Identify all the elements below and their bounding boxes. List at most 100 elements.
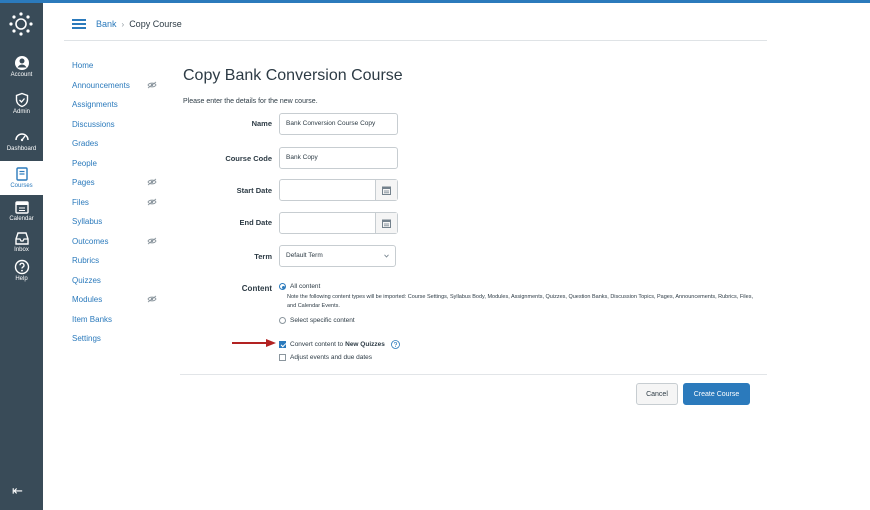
course-code-label: Course Code: [225, 154, 272, 163]
term-label: Term: [254, 252, 272, 261]
breadcrumb-course-link[interactable]: Bank: [96, 19, 117, 29]
course-nav-label: Quizzes: [72, 275, 101, 285]
global-nav-courses[interactable]: Courses: [0, 161, 43, 195]
global-nav-label: Courses: [10, 183, 33, 189]
course-nav-home[interactable]: Home: [72, 60, 162, 80]
convert-new-quizzes-checkbox[interactable]: [279, 341, 286, 348]
calendar-icon: [382, 219, 391, 228]
end-date-picker-button[interactable]: [375, 213, 397, 233]
course-nav-item-banks[interactable]: Item Banks: [72, 314, 162, 334]
course-nav-outcomes[interactable]: Outcomes: [72, 236, 162, 256]
adjust-dates-checkbox[interactable]: [279, 354, 286, 361]
adjust-dates-option[interactable]: Adjust events and due dates: [279, 354, 372, 361]
course-nav-grades[interactable]: Grades: [72, 138, 162, 158]
term-selected-value: Default Term: [286, 252, 323, 259]
create-course-button[interactable]: Create Course: [683, 383, 750, 405]
eye-icon[interactable]: [147, 237, 157, 245]
course-nav-label: Assignments: [72, 100, 118, 109]
breadcrumb-separator: ›: [121, 19, 125, 29]
top-accent-bar: [0, 0, 870, 3]
convert-label-bold: New Quizzes: [345, 341, 385, 348]
book-icon: [15, 167, 28, 181]
breadcrumb-current: Copy Course: [129, 19, 182, 29]
global-nav-admin[interactable]: Admin: [0, 92, 43, 115]
global-nav-label: Calendar: [9, 216, 34, 222]
chevron-down-icon: [384, 254, 389, 258]
select-specific-label: Select specific content: [290, 317, 355, 324]
content-note: Note the following content types will be…: [287, 294, 753, 309]
shield-icon: [15, 92, 28, 108]
start-date-input[interactable]: [279, 179, 398, 201]
course-nav-people[interactable]: People: [72, 158, 162, 178]
eye-icon[interactable]: [147, 178, 157, 186]
course-nav-label: Discussions: [72, 119, 115, 129]
course-nav-label: Announcements: [72, 80, 130, 90]
course-nav-quizzes[interactable]: Quizzes: [72, 275, 162, 295]
convert-new-quizzes-option[interactable]: Convert content to New Quizzes: [279, 340, 400, 349]
course-nav-label: Grades: [72, 139, 99, 148]
course-nav-discussions[interactable]: Discussions: [72, 119, 162, 139]
start-date-picker-button[interactable]: [375, 180, 397, 200]
cancel-button[interactable]: Cancel: [636, 383, 678, 405]
adjust-dates-label: Adjust events and due dates: [290, 354, 373, 361]
convert-label-prefix: Convert content to: [290, 341, 344, 348]
course-nav-files[interactable]: Files: [72, 197, 162, 217]
global-nav-help[interactable]: Help: [0, 259, 43, 282]
end-date-label: End Date: [239, 218, 272, 227]
course-nav-settings[interactable]: Settings: [72, 333, 162, 353]
all-content-label: All content: [290, 283, 321, 290]
course-nav-label: Pages: [72, 178, 95, 187]
course-nav-syllabus[interactable]: Syllabus: [72, 216, 162, 236]
name-input[interactable]: Bank Conversion Course Copy: [279, 113, 398, 135]
calendar-icon: [14, 201, 29, 214]
term-select[interactable]: Default Term: [279, 245, 396, 267]
global-nav-inbox[interactable]: Inbox: [0, 230, 43, 253]
page-title: Copy Bank Conversion Course: [183, 67, 403, 84]
course-nav: Home Announcements Assignments Discussio…: [72, 60, 162, 353]
calendar-icon: [382, 186, 391, 195]
all-content-radio[interactable]: [279, 283, 286, 290]
content-label: Content: [241, 284, 272, 293]
course-nav-rubrics[interactable]: Rubrics: [72, 255, 162, 275]
course-nav-label: Item Banks: [72, 314, 113, 324]
course-nav-assignments[interactable]: Assignments: [72, 99, 162, 119]
course-nav-announcements[interactable]: Announcements: [72, 80, 162, 100]
global-nav-dashboard[interactable]: Dashboard: [0, 129, 43, 152]
global-nav-label: Dashboard: [6, 146, 37, 152]
course-nav-label: Modules: [72, 295, 103, 304]
canvas-logo-icon[interactable]: [8, 11, 34, 37]
question-circle-icon[interactable]: [390, 340, 400, 349]
form-actions-divider: [180, 374, 767, 375]
select-specific-option[interactable]: Select specific content: [279, 317, 355, 324]
course-code-input[interactable]: Bank Copy: [279, 147, 398, 169]
breadcrumb-divider: [64, 40, 767, 41]
global-nav-label: Admin: [12, 109, 30, 115]
course-nav-label: Outcomes: [72, 236, 109, 246]
global-nav-account[interactable]: Account: [0, 55, 43, 78]
course-nav-modules[interactable]: Modules: [72, 294, 162, 314]
select-specific-radio[interactable]: [279, 317, 286, 324]
hamburger-menu-icon[interactable]: [72, 19, 86, 29]
eye-icon[interactable]: [147, 295, 157, 303]
global-nav-label: Inbox: [14, 247, 29, 253]
eye-icon[interactable]: [147, 81, 157, 89]
user-circle-icon: [14, 56, 29, 70]
end-date-input[interactable]: [279, 212, 398, 234]
global-nav: Account Admin Dashboard Courses Calendar…: [0, 3, 43, 510]
global-nav-label: Help: [15, 276, 28, 282]
course-nav-label: Files: [72, 197, 89, 207]
global-nav-label: Account: [10, 72, 33, 78]
course-nav-pages[interactable]: Pages: [72, 177, 162, 197]
course-nav-label: Rubrics: [72, 256, 100, 265]
red-arrow-annotation: [232, 339, 276, 347]
course-nav-label: Settings: [72, 334, 101, 343]
intro-text: Please enter the details for the new cou…: [183, 98, 318, 105]
help-icon: [14, 259, 29, 275]
all-content-option[interactable]: All content: [279, 283, 320, 290]
course-nav-label: People: [72, 158, 97, 168]
eye-icon[interactable]: [147, 198, 157, 206]
collapse-nav-icon[interactable]: ⇤: [12, 484, 28, 498]
breadcrumb: Bank › Copy Course: [72, 14, 182, 34]
global-nav-calendar[interactable]: Calendar: [0, 199, 43, 222]
start-date-label: Start Date: [236, 186, 272, 195]
